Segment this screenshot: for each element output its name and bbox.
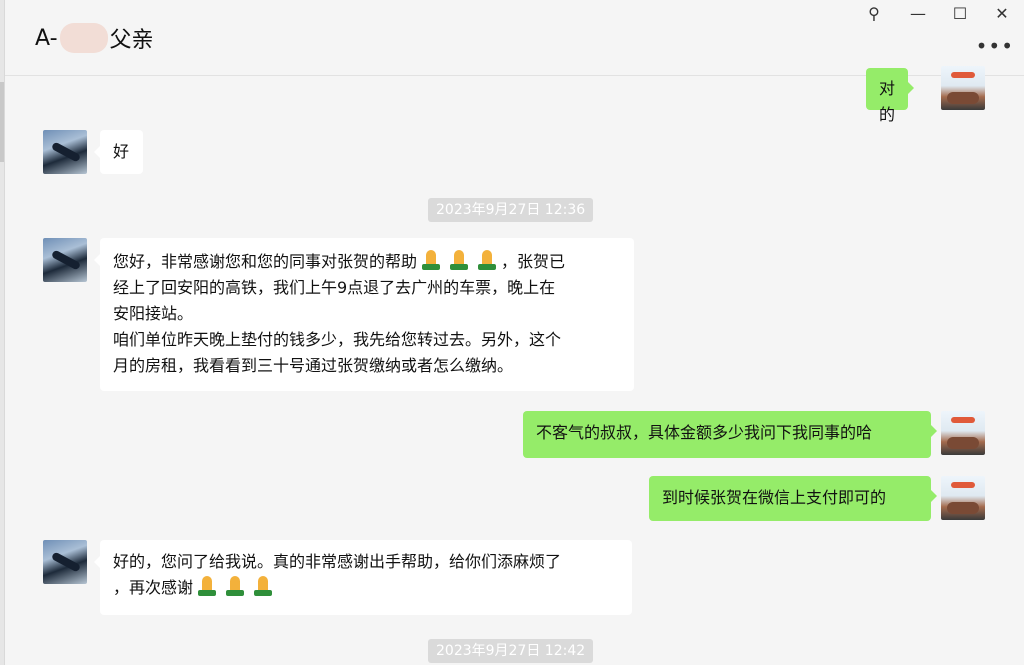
chat-header: A- 父亲 ⚲ — ☐ ✕ ••• [5,0,1024,76]
message-line: 咱们单位昨天晚上垫付的钱多少，我先给您转过去。另外，这个 [113,330,562,349]
maximize-icon[interactable]: ☐ [949,4,971,24]
message-line: 经上了回安阳的高铁，我们上午9点退了去广州的车票，晚上在 [113,278,556,297]
contact-avatar[interactable] [43,238,87,282]
message-line: 您好，非常感谢您和您的同事对张贺的帮助 ，张贺已 [113,249,621,275]
folded-hands-icon [222,575,248,597]
message-text: ，张贺已 [501,252,566,271]
message-text: 到时候张贺在微信上支付即可的 [662,488,887,507]
folded-hands-icon [250,575,276,597]
close-icon[interactable]: ✕ [991,4,1013,24]
chat-title-suffix: 父亲 [109,28,154,53]
message-text: 好 [113,142,130,161]
outgoing-bubble[interactable]: 不客气的叔叔，具体金额多少我问下我同事的哈 [523,411,937,458]
redacted-name-mark [59,23,108,53]
contact-avatar[interactable] [43,130,87,174]
folded-hands-icon [194,575,220,597]
message-text: 不客气的叔叔，具体金额多少我问下我同事的哈 [536,423,873,442]
timestamp: 2023年9月27日 12:36 [428,198,594,222]
minimize-icon[interactable]: — [907,4,929,24]
pin-icon[interactable]: ⚲ [863,4,885,24]
incoming-bubble[interactable]: 好的，您问了给我说。真的非常感谢出手帮助，给你们添麻烦了 ，再次感谢 [94,540,632,615]
incoming-bubble[interactable]: 您好，非常感谢您和您的同事对张贺的帮助 ，张贺已 经上了回安阳的高铁，我们上午9点… [94,238,634,391]
self-avatar[interactable] [941,66,985,110]
folded-hands-icon [446,249,472,271]
contact-avatar[interactable] [43,540,87,584]
chat-title: A- 父亲 [35,22,154,54]
incoming-bubble[interactable]: 好 [94,130,143,174]
self-avatar[interactable] [941,411,985,455]
chat-title-prefix: A- [35,25,58,51]
message-line: ，再次感谢 [113,575,619,601]
timestamp: 2023年9月27日 12:42 [428,639,594,663]
left-scroll-edge[interactable] [0,0,5,665]
more-icon[interactable]: ••• [976,34,1014,58]
folded-hands-icon [474,249,500,271]
message-text: ，再次感谢 [113,578,194,597]
message-line: 月的房租，我看看到三十号通过张贺缴纳或者怎么缴纳。 [113,356,514,375]
folded-hands-icon [418,249,444,271]
message-text: 您好，非常感谢您和您的同事对张贺的帮助 [113,252,418,271]
outgoing-bubble[interactable]: 对的 [866,68,915,124]
message-line: 好的，您问了给我说。真的非常感谢出手帮助，给你们添麻烦了 [113,552,562,571]
scrollbar-thumb[interactable] [0,82,4,162]
outgoing-bubble[interactable]: 到时候张贺在微信上支付即可的 [649,476,937,521]
message-line: 安阳接站。 [113,304,194,323]
self-avatar[interactable] [941,476,985,520]
message-text: 对的 [879,79,896,124]
